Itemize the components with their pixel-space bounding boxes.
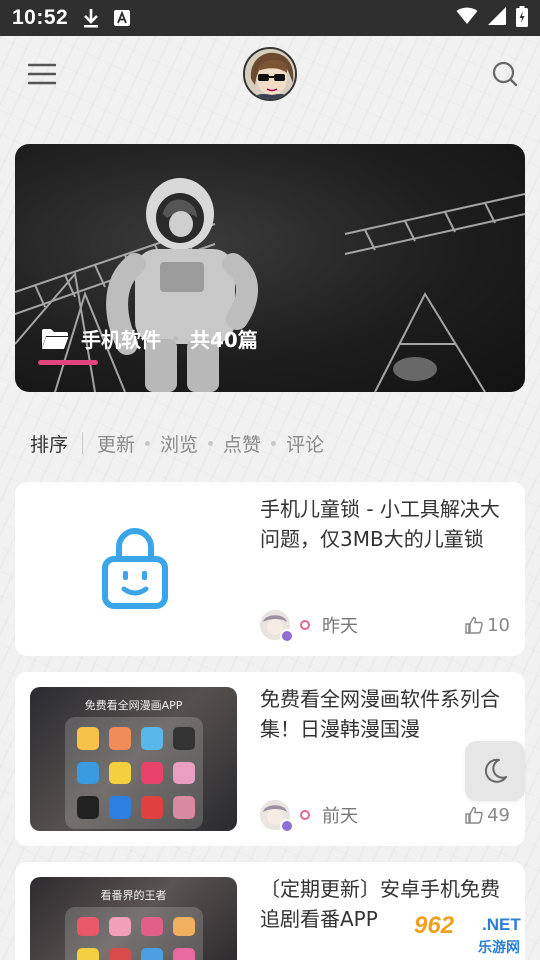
author-avatar[interactable] xyxy=(260,610,294,643)
article-card[interactable]: 手机儿童锁 - 小工具解决大问题，仅3MB大的儿童锁 昨天 10 xyxy=(15,482,525,656)
active-indicator xyxy=(38,360,98,365)
astronaut-illustration xyxy=(15,178,525,392)
app-icon xyxy=(77,796,99,819)
thumb-heading: 看番界的王者 xyxy=(100,889,167,902)
app-icon xyxy=(109,727,131,750)
sort-option-update[interactable]: 更新 xyxy=(97,430,135,457)
separator-dot xyxy=(145,440,151,446)
watermark-logo: 962 .NET 乐游网 xyxy=(398,908,540,960)
card-meta: 前天 49 xyxy=(260,798,510,833)
app-icon xyxy=(173,727,195,750)
watermark-domain: .NET xyxy=(482,915,521,934)
app-grid xyxy=(65,717,203,829)
lock-icon xyxy=(102,527,168,613)
sort-title: 排序 xyxy=(30,433,69,456)
app-icon xyxy=(173,761,195,785)
separator-dot xyxy=(271,440,277,446)
article-card[interactable]: 免费看全网漫画APP 免费看全网漫画软件系列合集！日漫韩漫国漫 前天 49 xyxy=(15,672,525,846)
app-icon xyxy=(109,948,131,960)
status-time: 10:52 xyxy=(12,6,69,29)
app-icon xyxy=(109,917,131,936)
moon-icon xyxy=(481,757,509,785)
app-icon xyxy=(173,948,195,960)
sort-bar: 排序 更新 浏览 点赞 评论 xyxy=(30,428,324,458)
app-icon xyxy=(141,761,163,785)
sort-option-likes[interactable]: 点赞 xyxy=(223,430,261,457)
card-thumbnail: 看番界的王者 xyxy=(30,877,237,960)
download-icon xyxy=(82,8,100,28)
sort-option-comments[interactable]: 评论 xyxy=(286,430,324,457)
banner-count: 共40篇 xyxy=(190,328,258,352)
search-icon[interactable] xyxy=(492,61,518,91)
app-icon xyxy=(141,727,163,750)
app-icon xyxy=(141,796,163,819)
thumb-heading: 免费看全网漫画APP xyxy=(84,699,183,712)
app-icon xyxy=(141,948,163,960)
font-app-icon xyxy=(114,10,131,26)
app-header xyxy=(0,36,540,116)
thumbs-up-icon xyxy=(465,806,487,824)
vip-badge-icon xyxy=(280,819,294,833)
divider xyxy=(82,432,84,454)
menu-icon[interactable] xyxy=(27,62,57,90)
vip-badge-icon xyxy=(280,629,294,643)
app-icon xyxy=(141,917,163,936)
signal-icon xyxy=(488,7,506,29)
author-avatar[interactable] xyxy=(260,800,294,833)
app-icon xyxy=(77,948,99,960)
app-icon xyxy=(109,761,131,785)
post-time: 前天 xyxy=(322,806,358,827)
separator-dot xyxy=(208,440,214,446)
app-icon xyxy=(77,727,99,750)
category-banner[interactable]: 手机软件 共40篇 xyxy=(15,144,525,392)
separator-dot xyxy=(173,336,178,341)
watermark-number: 962 xyxy=(414,912,455,939)
post-time: 昨天 xyxy=(322,616,358,637)
card-thumbnail: 免费看全网漫画APP xyxy=(30,687,237,831)
like-count: 49 xyxy=(487,804,510,826)
app-grid xyxy=(65,907,203,960)
sort-option-views[interactable]: 浏览 xyxy=(160,430,198,457)
status-ring-icon xyxy=(300,620,310,630)
like-button[interactable]: 49 xyxy=(465,805,510,826)
status-bar: 10:52 xyxy=(0,0,540,36)
app-icon xyxy=(173,796,195,819)
app-icon xyxy=(109,796,131,819)
card-thumbnail xyxy=(30,497,237,641)
card-title: 手机儿童锁 - 小工具解决大问题，仅3MB大的儿童锁 xyxy=(260,497,500,551)
status-ring-icon xyxy=(300,810,310,820)
like-button[interactable]: 10 xyxy=(465,615,510,636)
app-icon xyxy=(77,917,99,936)
like-count: 10 xyxy=(487,614,510,636)
banner-caption: 手机软件 共40篇 xyxy=(41,324,258,353)
watermark-name: 乐游网 xyxy=(478,940,520,956)
app-icon xyxy=(173,917,195,936)
wifi-icon xyxy=(456,7,478,29)
app-icon xyxy=(77,761,99,785)
card-title: 免费看全网漫画软件系列合集！日漫韩漫国漫 xyxy=(260,687,500,741)
card-meta: 昨天 10 xyxy=(260,608,510,643)
folder-icon xyxy=(41,328,69,350)
user-avatar[interactable] xyxy=(243,47,297,101)
thumbs-up-icon xyxy=(465,616,487,634)
banner-category: 手机软件 xyxy=(81,328,161,352)
battery-icon xyxy=(516,5,528,31)
dark-mode-button[interactable] xyxy=(465,741,525,801)
